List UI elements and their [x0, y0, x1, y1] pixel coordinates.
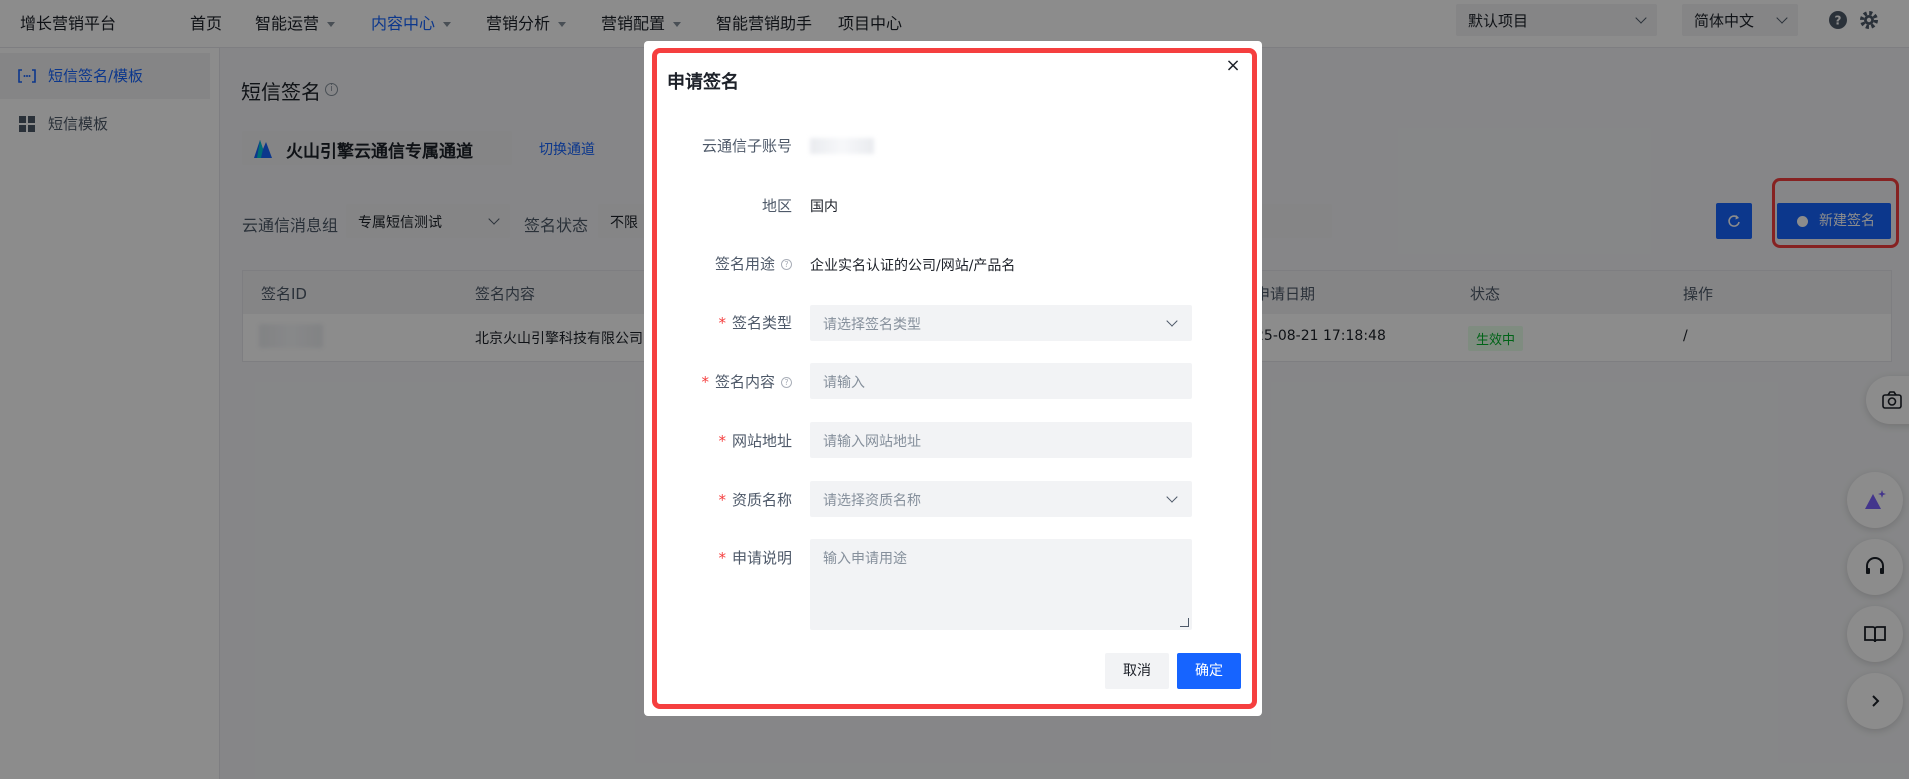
qualification-select[interactable]: 请选择资质名称	[810, 481, 1192, 517]
redacted-account-value	[810, 138, 874, 154]
type-label: * 签名类型	[632, 312, 792, 333]
signature-content-input[interactable]: 请输入	[810, 363, 1192, 399]
description-placeholder: 输入申请用途	[823, 551, 907, 567]
purpose-value: 企业实名认证的公司/网站/产品名	[810, 258, 1016, 274]
question-icon[interactable]: ?	[781, 377, 792, 388]
type-label-text: 签名类型	[731, 314, 792, 332]
type-placeholder: 请选择签名类型	[823, 317, 921, 333]
question-icon[interactable]: ?	[781, 259, 792, 270]
signature-type-select[interactable]: 请选择签名类型	[810, 305, 1192, 341]
content-label-text: 签名内容	[714, 373, 775, 391]
close-icon[interactable]: ×	[1225, 57, 1241, 75]
required-mark: *	[718, 432, 726, 450]
qualification-label-text: 资质名称	[731, 491, 792, 509]
region-value: 国内	[810, 199, 838, 215]
required-mark: *	[718, 549, 726, 567]
description-label-text: 申请说明	[731, 549, 792, 567]
purpose-label-text: 签名用途	[714, 255, 775, 273]
description-textarea[interactable]: 输入申请用途	[810, 539, 1192, 630]
website-label: * 网站地址	[632, 430, 792, 451]
required-mark: *	[701, 373, 709, 391]
chevron-down-icon	[1166, 315, 1178, 327]
website-placeholder: 请输入网站地址	[823, 434, 921, 450]
cancel-button[interactable]: 取消	[1105, 653, 1169, 689]
content-label: * 签名内容?	[632, 371, 792, 392]
qualification-label: * 资质名称	[632, 489, 792, 510]
required-mark: *	[718, 314, 726, 332]
website-label-text: 网站地址	[731, 432, 792, 450]
region-label: 地区	[761, 197, 792, 215]
dialog-title: 申请签名	[667, 72, 739, 93]
content-placeholder: 请输入	[823, 375, 865, 391]
website-input[interactable]: 请输入网站地址	[810, 422, 1192, 458]
required-mark: *	[718, 491, 726, 509]
qualification-placeholder: 请选择资质名称	[823, 493, 921, 509]
account-label: 云通信子账号	[701, 137, 792, 155]
resize-handle-icon[interactable]	[1180, 618, 1189, 627]
confirm-button[interactable]: 确定	[1177, 653, 1241, 689]
purpose-label: 签名用途?	[632, 253, 792, 274]
description-label: * 申请说明	[632, 547, 792, 568]
chevron-down-icon	[1166, 491, 1178, 503]
